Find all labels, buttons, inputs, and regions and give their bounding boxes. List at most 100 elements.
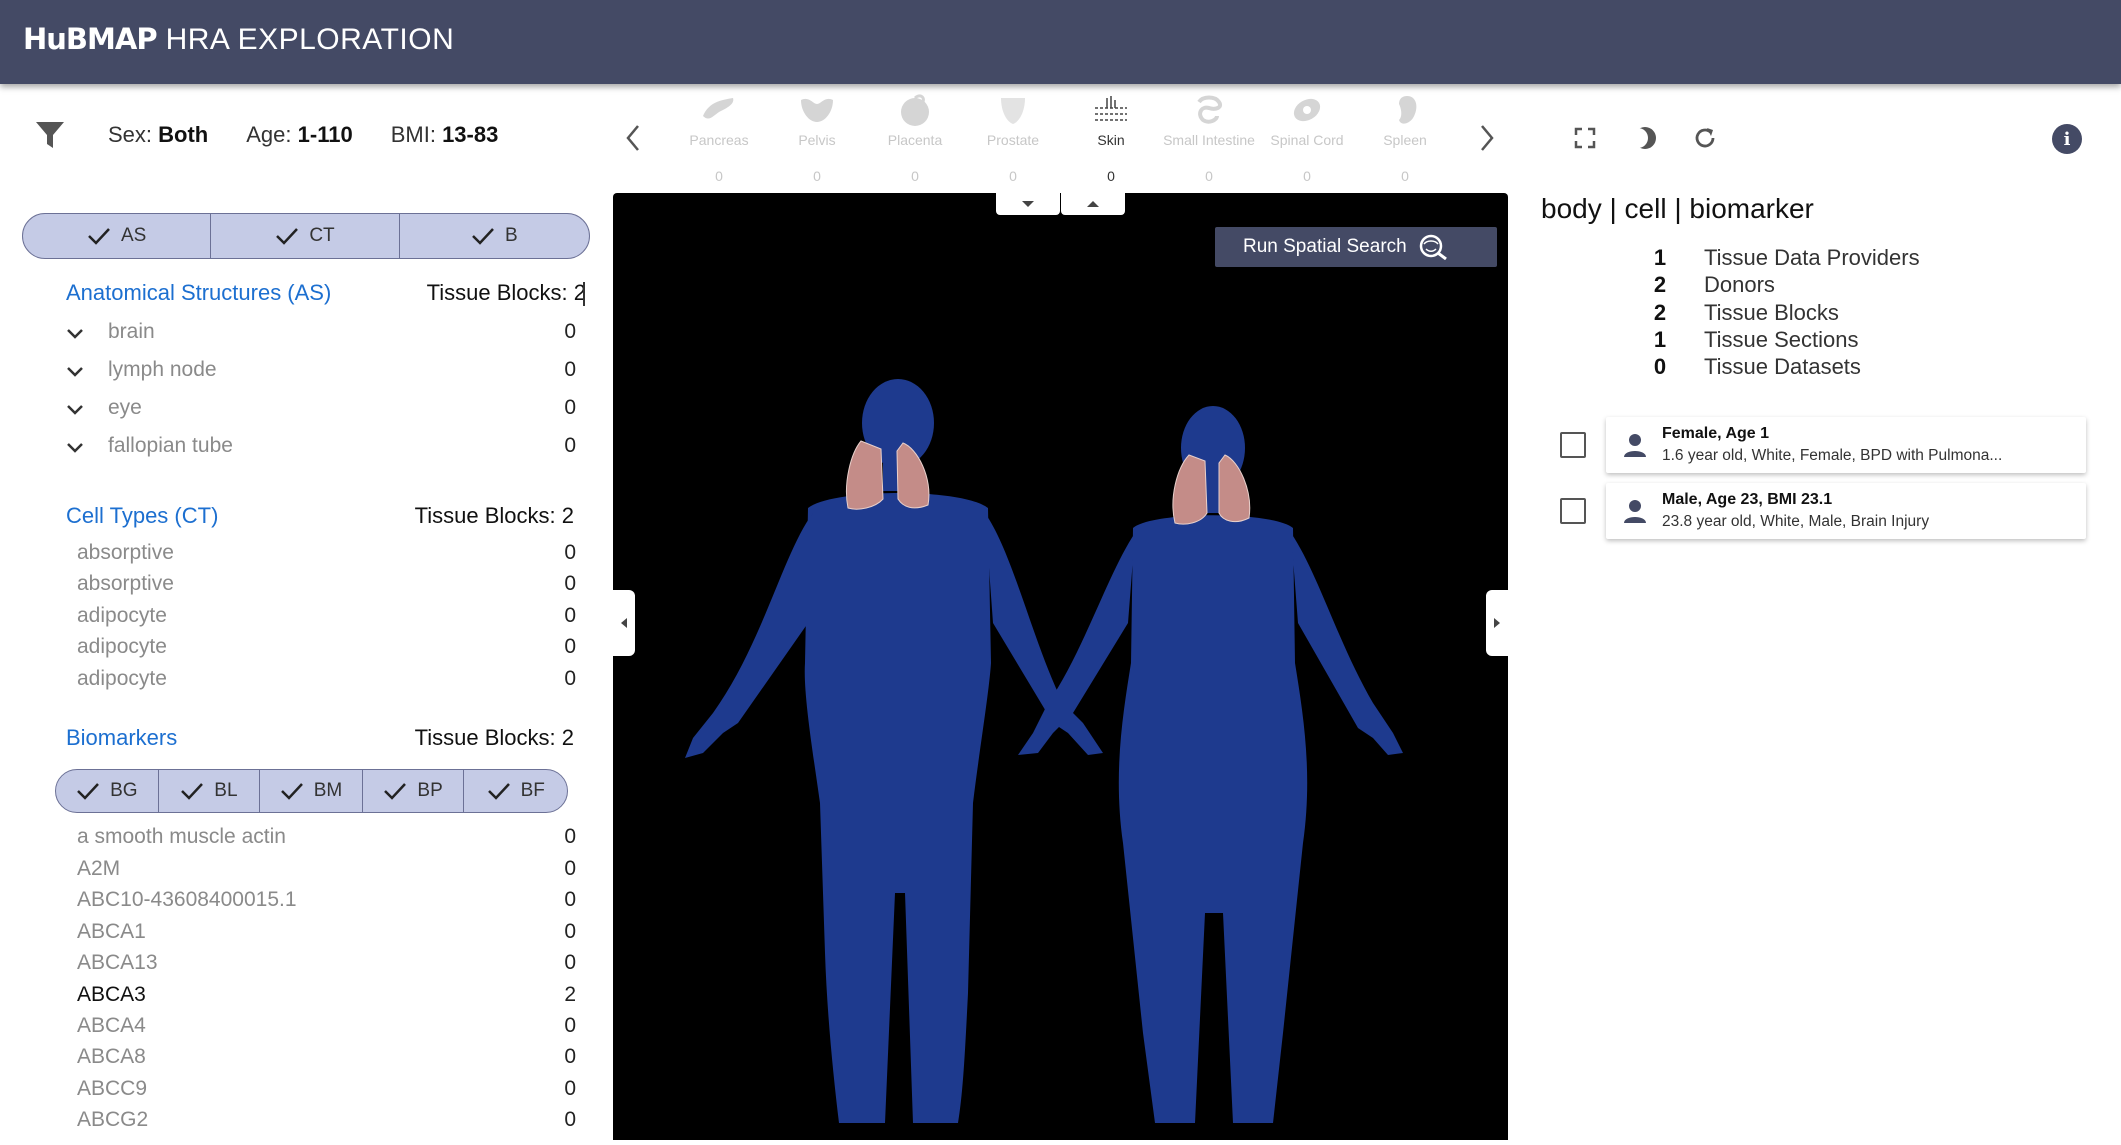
sex-label: Sex: [108, 122, 153, 147]
as-title[interactable]: Anatomical Structures (AS) [66, 280, 331, 306]
chevron-down-icon[interactable] [66, 328, 84, 340]
ct-row[interactable]: absorptive 0 [77, 572, 576, 596]
collapse-down-handle[interactable] [996, 193, 1060, 215]
b-row[interactable]: ABCA4 0 [77, 1014, 576, 1038]
stat-number: 1 [1653, 327, 1667, 352]
fullscreen-button[interactable] [1555, 120, 1615, 156]
b-row[interactable]: a smooth muscle actin 0 [77, 825, 576, 849]
organ-small-intestine[interactable]: Small Intestine 0 [1160, 92, 1258, 184]
b-row[interactable]: A2M 0 [77, 857, 576, 881]
donor-card[interactable]: Male, Age 23, BMI 23.1 23.8 year old, Wh… [1606, 483, 2086, 539]
pancreas-icon [703, 98, 734, 119]
left-panel-handle[interactable] [613, 590, 635, 656]
stats-title: body | cell | biomarker [1541, 193, 1814, 224]
toggle-bl[interactable]: BL [159, 770, 261, 812]
filter-icon[interactable] [30, 118, 70, 152]
b-row[interactable]: ABCA1 0 [77, 920, 576, 944]
toggle-label: BM [313, 780, 343, 801]
as-row[interactable]: brain 0 [66, 320, 576, 344]
toggle-bm[interactable]: BM [260, 770, 363, 812]
organ-count: 0 [1107, 168, 1115, 184]
organ-label: Pelvis [798, 132, 836, 148]
as-value: 0 [564, 396, 576, 419]
toggle-label: CT [309, 225, 335, 246]
b-row[interactable]: ABCG2 0 [77, 1108, 576, 1132]
b-row[interactable]: ABCA13 0 [77, 951, 576, 975]
collapse-up-handle[interactable] [1061, 193, 1125, 215]
check-icon [472, 228, 494, 245]
divider [583, 282, 585, 306]
pelvis-icon [801, 98, 833, 122]
bmi-label: BMI: [390, 122, 436, 147]
biomarker-toggle-group: BG BL BM BP BF [55, 769, 568, 813]
brand[interactable]: HuBMAP HRA EXPLORATION [23, 22, 454, 57]
organ-skin[interactable]: Skin 0 [1062, 92, 1160, 184]
organ-pelvis[interactable]: Pelvis 0 [768, 92, 866, 184]
donor-card[interactable]: Female, Age 1 1.6 year old, White, Femal… [1606, 417, 2086, 473]
toggle-b[interactable]: B [400, 214, 589, 258]
b-count: Tissue Blocks: 2 [414, 725, 574, 750]
theme-toggle-button[interactable] [1615, 120, 1675, 156]
chevron-right-icon[interactable] [1477, 122, 1497, 154]
organ-count: 0 [1009, 168, 1017, 184]
small-intestine-icon [1197, 95, 1222, 124]
donor-checkbox[interactable] [1560, 498, 1586, 524]
3d-viewport[interactable] [613, 193, 1508, 1140]
male-body [685, 379, 1103, 1123]
ct-row[interactable]: adipocyte 0 [77, 667, 576, 691]
chevron-down-icon[interactable] [66, 404, 84, 416]
b-title[interactable]: Biomarkers [66, 725, 177, 751]
organ-placenta[interactable]: Placenta 0 [866, 92, 964, 184]
ct-title[interactable]: Cell Types (CT) [66, 503, 218, 529]
as-row[interactable]: eye 0 [66, 396, 576, 420]
b-value: 0 [564, 857, 576, 880]
donor-description: 23.8 year old, White, Male, Brain Injury [1662, 513, 1930, 530]
check-icon [487, 783, 510, 800]
toggle-as[interactable]: AS [23, 214, 212, 258]
toggle-ct[interactable]: CT [211, 214, 400, 258]
b-value: 2 [564, 983, 576, 1006]
toggle-bg[interactable]: BG [56, 770, 159, 812]
info-icon[interactable]: i [2052, 124, 2082, 154]
right-panel-handle[interactable] [1486, 590, 1508, 656]
organ-pancreas[interactable]: Pancreas 0 [670, 92, 768, 184]
ct-row[interactable]: adipocyte 0 [77, 604, 576, 628]
b-row[interactable]: ABC10-43608400015.1 0 [77, 888, 576, 912]
stat-row: 0 Tissue Datasets [1640, 354, 1861, 380]
as-count: Tissue Blocks: 2 [426, 280, 586, 305]
toggle-bp[interactable]: BP [363, 770, 465, 812]
organ-count: 0 [1401, 168, 1409, 184]
female-body [1018, 406, 1403, 1123]
organ-count: 0 [1205, 168, 1213, 184]
bmi-filter[interactable]: BMI: 13-83 [391, 122, 499, 148]
reset-button[interactable] [1675, 120, 1735, 156]
chevron-left-icon[interactable] [623, 122, 643, 154]
as-row[interactable]: lymph node 0 [66, 358, 576, 382]
chevron-down-icon[interactable] [66, 442, 84, 454]
ct-row[interactable]: absorptive 0 [77, 541, 576, 565]
organ-prostate[interactable]: Prostate 0 [964, 92, 1062, 184]
run-spatial-search-button[interactable]: Run Spatial Search [1215, 227, 1497, 267]
ct-row[interactable]: adipocyte 0 [77, 635, 576, 659]
donor-checkbox[interactable] [1560, 432, 1586, 458]
organ-spinal-cord[interactable]: Spinal Cord 0 [1258, 92, 1356, 184]
stat-number: 2 [1653, 300, 1667, 325]
check-icon [181, 783, 204, 800]
as-row[interactable]: fallopian tube 0 [66, 434, 576, 458]
chevron-down-icon[interactable] [66, 366, 84, 378]
organ-label: Pancreas [689, 132, 749, 148]
toggle-bf[interactable]: BF [464, 770, 567, 812]
organ-label: Spinal Cord [1270, 132, 1344, 148]
spatial-search-icon [1419, 234, 1447, 260]
b-value: 0 [564, 825, 576, 848]
age-filter[interactable]: Age: 1-110 [246, 122, 352, 148]
stat-row: 2 Donors [1640, 272, 1775, 298]
b-row[interactable]: ABCA3 2 [77, 983, 576, 1007]
person-icon [1624, 434, 1646, 457]
top-bar: HuBMAP HRA EXPLORATION [0, 0, 2121, 84]
ct-name: adipocyte [77, 604, 167, 627]
organ-spleen[interactable]: Spleen 0 [1356, 92, 1454, 184]
b-row[interactable]: ABCA8 0 [77, 1045, 576, 1069]
b-row[interactable]: ABCC9 0 [77, 1077, 576, 1101]
sex-filter[interactable]: Sex: Both [108, 122, 208, 148]
